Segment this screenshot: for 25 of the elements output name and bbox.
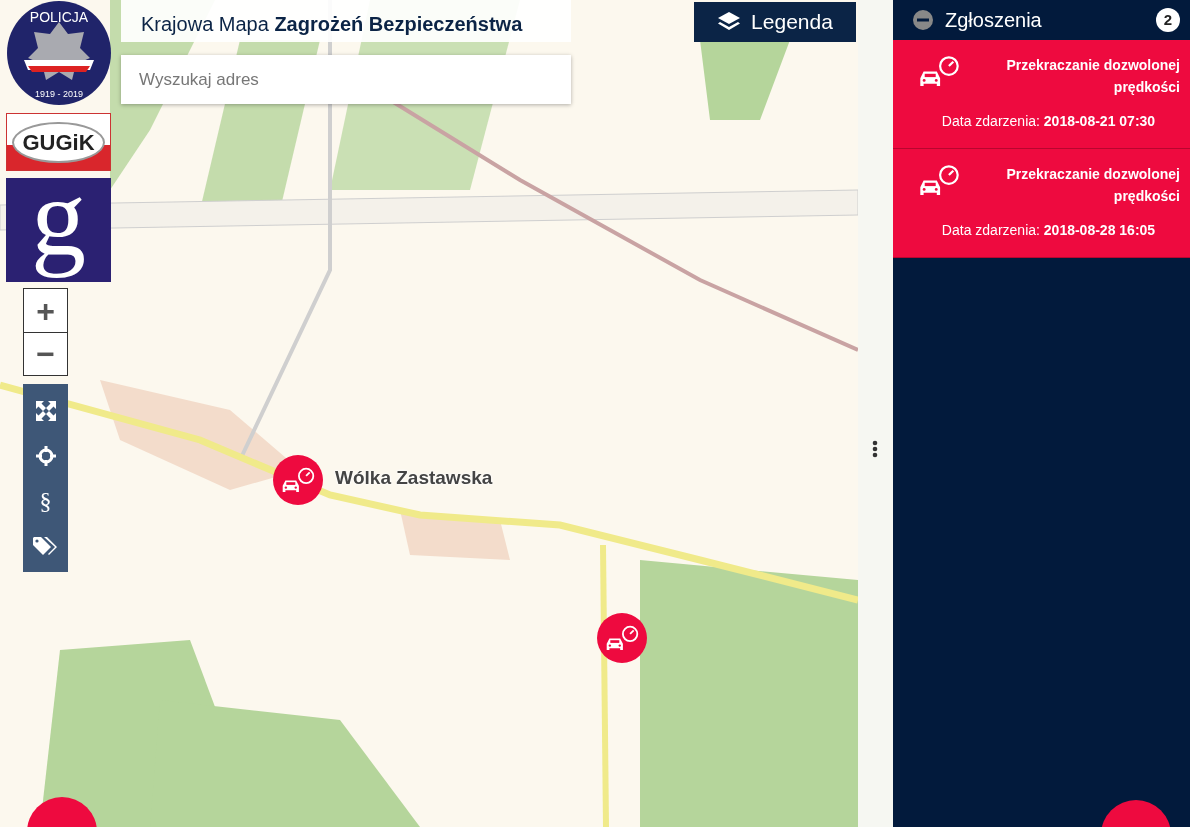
geoportal-logo: g [6,178,111,282]
drag-handle-icon[interactable] [871,440,879,458]
car-speed-icon [280,465,316,495]
fullscreen-icon[interactable] [35,400,56,421]
report-title: Przekraczanie dozwolonej prędkości [1005,56,1180,98]
search-field[interactable]: Wyszukaj adres [121,55,571,104]
car-speed-icon [917,162,961,198]
collapse-icon[interactable] [913,10,933,30]
report-date: Data zdarzenia: 2018-08-21 07:30 [940,111,1157,131]
report-title: Przekraczanie dozwolonej prędkości [1005,164,1180,207]
panel-title: Zgłoszenia [945,8,1043,33]
place-label: Wólka Zastawska [335,466,493,490]
gugik-logo: GUGiK [6,113,111,171]
section-sign-button[interactable]: § [23,478,68,523]
crosshair-icon[interactable] [35,445,56,466]
map-title: Krajowa Mapa Zagrożeń Bezpieczeństwa [121,0,571,42]
count-badge: 2 [1156,8,1180,32]
report-card[interactable]: Przekraczanie dozwolonej prędkości Data zdarzenia: 2018-08-21 07:30 [893,40,1190,149]
layers-icon [717,11,742,33]
police-logo: POLICJA 1919 - 2019 [6,0,112,106]
report-date: Data zdarzenia: 2018-08-28 16:05 [940,220,1157,240]
report-card[interactable]: Przekraczanie dozwolonej prędkości Data zdarzenia: 2018-08-28 16:05 [893,148,1190,258]
car-speed-icon [604,623,640,653]
legend-button[interactable]: Legenda [694,2,856,42]
tags-icon[interactable] [32,535,59,556]
